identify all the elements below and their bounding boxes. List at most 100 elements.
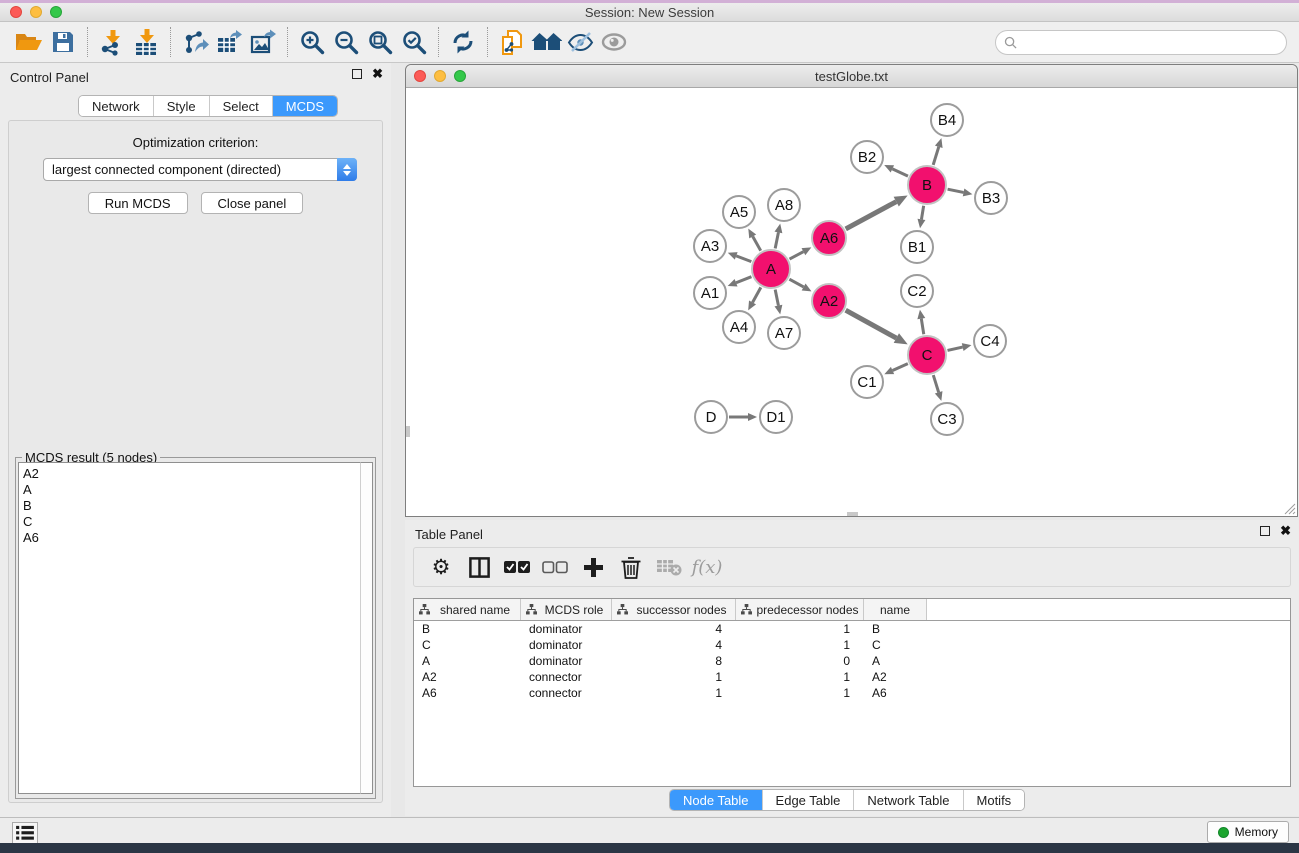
tab-edge-table[interactable]: Edge Table <box>762 790 854 810</box>
import-network-icon[interactable] <box>95 26 129 58</box>
result-item[interactable]: A6 <box>23 530 360 546</box>
table-row[interactable]: Adominator80A <box>414 653 1290 669</box>
edge-A-A7[interactable] <box>775 290 783 315</box>
node-B[interactable]: B <box>907 165 947 205</box>
zoom-out-icon[interactable] <box>329 26 363 58</box>
edge-A6-B[interactable] <box>846 195 908 228</box>
open-icon[interactable] <box>12 26 46 58</box>
node-C[interactable]: C <box>907 335 947 375</box>
node-D1[interactable]: D1 <box>759 400 793 434</box>
column-header-name[interactable]: name <box>864 599 927 620</box>
node-C1[interactable]: C1 <box>850 365 884 399</box>
zoom-fit-icon[interactable] <box>363 26 397 58</box>
edge-B-B3[interactable] <box>948 189 973 197</box>
criterion-dropdown[interactable]: largest connected component (directed) <box>43 158 357 181</box>
tab-select[interactable]: Select <box>209 96 272 116</box>
select-all-icon[interactable] <box>500 551 534 583</box>
node-A1[interactable]: A1 <box>693 276 727 310</box>
node-C2[interactable]: C2 <box>900 274 934 308</box>
node-B3[interactable]: B3 <box>974 181 1008 215</box>
import-table-icon[interactable] <box>129 26 163 58</box>
node-table[interactable]: shared nameMCDS rolesuccessor nodesprede… <box>413 598 1291 787</box>
result-item[interactable]: A <box>23 482 360 498</box>
edge-B-B1[interactable] <box>918 206 926 229</box>
edge-B-B4[interactable] <box>933 138 942 165</box>
fx-icon[interactable]: f(x) <box>690 551 724 583</box>
float-table-panel-icon[interactable] <box>1260 526 1270 536</box>
result-scrollbar[interactable] <box>360 462 373 794</box>
edge-A-A8[interactable] <box>775 224 783 249</box>
tab-mcds[interactable]: MCDS <box>272 96 337 116</box>
result-item[interactable]: B <box>23 498 360 514</box>
horizontal-scroll-nub[interactable] <box>847 512 858 516</box>
export-table-icon[interactable] <box>212 26 246 58</box>
close-table-panel-icon[interactable]: ✖ <box>1280 526 1291 536</box>
deselect-all-icon[interactable] <box>538 551 572 583</box>
task-history-button[interactable] <box>12 822 38 844</box>
column-header-successor-nodes[interactable]: successor nodes <box>612 599 736 620</box>
node-B1[interactable]: B1 <box>900 230 934 264</box>
edge-D-D1[interactable] <box>729 413 757 421</box>
zoom-in-icon[interactable] <box>295 26 329 58</box>
node-B2[interactable]: B2 <box>850 140 884 174</box>
node-A3[interactable]: A3 <box>693 229 727 263</box>
tab-motifs[interactable]: Motifs <box>963 790 1025 810</box>
edge-C-C3[interactable] <box>933 375 942 401</box>
edge-A2-C[interactable] <box>846 310 908 344</box>
delete-icon[interactable] <box>614 551 648 583</box>
node-B4[interactable]: B4 <box>930 103 964 137</box>
edge-C-C4[interactable] <box>947 343 971 351</box>
edge-A-A3[interactable] <box>728 252 752 261</box>
column-header-shared-name[interactable]: shared name <box>414 599 521 620</box>
settings-icon[interactable]: ⚙ <box>424 551 458 583</box>
mcds-result-list[interactable]: A2ABCA6 <box>18 462 361 794</box>
column-header-MCDS-role[interactable]: MCDS role <box>521 599 612 620</box>
edge-A-A2[interactable] <box>789 279 811 291</box>
node-C3[interactable]: C3 <box>930 402 964 436</box>
save-icon[interactable] <box>46 26 80 58</box>
memory-button[interactable]: Memory <box>1207 821 1289 843</box>
node-A4[interactable]: A4 <box>722 310 756 344</box>
tab-network-table[interactable]: Network Table <box>853 790 962 810</box>
copy-style-icon[interactable] <box>495 26 529 58</box>
table-row[interactable]: A6connector11A6 <box>414 685 1290 701</box>
result-item[interactable]: A2 <box>23 466 360 482</box>
export-network-icon[interactable] <box>178 26 212 58</box>
vertical-scroll-nub[interactable] <box>406 426 410 437</box>
node-A2[interactable]: A2 <box>811 283 847 319</box>
node-C4[interactable]: C4 <box>973 324 1007 358</box>
column-header-predecessor-nodes[interactable]: predecessor nodes <box>736 599 864 620</box>
zoom-selected-icon[interactable] <box>397 26 431 58</box>
network-canvas[interactable]: B4B2BB3A8A5A6B1A3AC2A1A2A4A7C4CC1C3DD1 <box>406 88 1297 516</box>
node-A5[interactable]: A5 <box>722 195 756 229</box>
edge-A-A1[interactable] <box>728 277 752 287</box>
edge-A-A4[interactable] <box>748 287 761 310</box>
table-row[interactable]: A2connector11A2 <box>414 669 1290 685</box>
network-window-titlebar[interactable]: testGlobe.txt <box>406 65 1297 88</box>
close-panel-icon[interactable]: ✖ <box>372 69 383 79</box>
node-D[interactable]: D <box>694 400 728 434</box>
tab-node-table[interactable]: Node Table <box>670 790 762 810</box>
node-A6[interactable]: A6 <box>811 220 847 256</box>
search-input[interactable] <box>1022 35 1286 50</box>
table-row[interactable]: Bdominator41B <box>414 621 1290 637</box>
add-icon[interactable] <box>576 551 610 583</box>
search-box[interactable] <box>995 30 1287 55</box>
columns-icon[interactable] <box>462 551 496 583</box>
tab-network[interactable]: Network <box>79 96 153 116</box>
hide-selected-icon[interactable] <box>563 26 597 58</box>
float-panel-icon[interactable] <box>352 69 362 79</box>
result-item[interactable]: C <box>23 514 360 530</box>
tab-style[interactable]: Style <box>153 96 209 116</box>
table-row[interactable]: Cdominator41C <box>414 637 1290 653</box>
delete-table-icon[interactable] <box>652 551 686 583</box>
edge-C-C2[interactable] <box>917 310 925 334</box>
edge-A-A5[interactable] <box>748 229 760 251</box>
export-image-icon[interactable] <box>246 26 280 58</box>
node-A7[interactable]: A7 <box>767 316 801 350</box>
edge-C-C1[interactable] <box>884 364 908 375</box>
resize-grip-icon[interactable] <box>1283 502 1296 515</box>
close-panel-button[interactable]: Close panel <box>201 192 304 214</box>
node-A[interactable]: A <box>751 249 791 289</box>
show-all-icon[interactable] <box>597 26 631 58</box>
